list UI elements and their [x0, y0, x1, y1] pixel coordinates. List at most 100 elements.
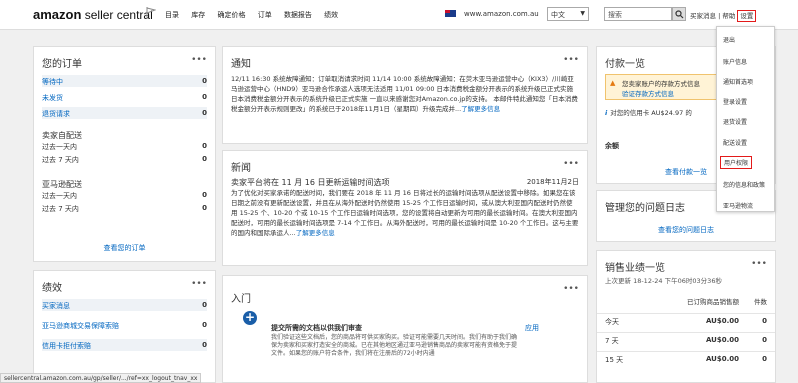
sales-period: 今天 [605, 318, 619, 326]
menu-item-account-info[interactable]: 账户信息 [723, 57, 747, 66]
nav-performance[interactable]: 绩效 [324, 11, 338, 19]
menu-item-shipping-settings[interactable]: 配送设置 [723, 138, 747, 147]
nav-orders[interactable]: 订单 [258, 11, 272, 19]
more-options-icon[interactable]: ••• [563, 159, 579, 169]
sales-period: 15 天 [605, 356, 624, 364]
search-input[interactable]: 搜索 [604, 7, 672, 21]
verify-deposit-link[interactable]: 验证存款方式信息 [622, 88, 674, 98]
row-value: 0 [202, 142, 207, 150]
performance-card: 绩效 ••• 买家消息 0 亚马逊商城交易保障索赔 0 信用卡拒付索赔 0 [33, 270, 216, 383]
row-label: 过去 7 天内 [42, 205, 79, 213]
menu-item-logout[interactable]: 退出 [723, 35, 735, 44]
more-options-icon[interactable]: ••• [563, 55, 579, 65]
case-log-title: 管理您的问题日志 [605, 203, 685, 214]
menu-item-login-settings[interactable]: 登录设置 [723, 97, 747, 106]
orders-row-mfn-1d: 过去一天内 0 [42, 140, 207, 152]
units-column-header: 件数 [754, 298, 767, 306]
buyer-messages-link[interactable]: 买家消息 [690, 12, 716, 20]
row-label: 过去 7 天内 [42, 156, 79, 164]
marketplace-domain[interactable]: www.amazon.com.au [464, 10, 539, 18]
sales-units: 0 [762, 317, 767, 325]
notices-more-link[interactable]: 了解更多信息 [461, 105, 500, 113]
performance-row-messages[interactable]: 买家消息 0 [42, 299, 207, 311]
task-title[interactable]: 提交所需的文档以供我们审查 [271, 323, 362, 333]
help-link[interactable]: 帮助 [722, 12, 735, 20]
news-body-block: 为了优化对买家承诺的配送时间，我们要在 2018 年 11 月 16 日将过长的… [231, 188, 579, 238]
top-links: 买家消息 | 帮助 设置 [690, 10, 757, 22]
menu-item-notification-preferences[interactable]: 通知首选项 [723, 77, 753, 86]
orders-row-returns[interactable]: 退货请求 0 [42, 107, 207, 119]
notices-card: 通知 ••• 12/11 16:30 系统故障通知：订单取消请求时间 11/14… [222, 46, 588, 144]
search-icon [675, 10, 684, 19]
news-date: 2018年11月2日 [526, 178, 579, 186]
main-nav: 目录 库存 确定价格 订单 数据报告 绩效 [165, 10, 348, 20]
row-label[interactable]: 信用卡拒付索赔 [42, 341, 91, 351]
plus-circle-icon[interactable]: + [243, 311, 257, 325]
performance-row-atoz[interactable]: 亚马逊商城交易保障索赔 0 [42, 319, 207, 331]
credit-card-info: i 对您的信用卡 AU$24.97 的 [605, 107, 692, 117]
menu-item-fba[interactable]: 亚马逊物流 [723, 201, 753, 210]
amazon-seller-central-logo[interactable]: amazon seller central [33, 7, 153, 22]
more-options-icon[interactable]: ••• [191, 55, 207, 65]
status-bar-url: sellercentral.amazon.com.au/gp/seller/..… [0, 373, 202, 383]
language-value: 中文 [551, 11, 565, 19]
sales-row: 15 天 AU$0.00 0 [597, 351, 775, 365]
view-orders-link[interactable]: 查看您的订单 [34, 243, 215, 253]
warning-icon: ▲ [610, 79, 616, 87]
credit-card-info-text: 对您的信用卡 AU$24.97 的 [610, 109, 692, 117]
flag-icon[interactable] [146, 7, 156, 19]
task-apply-link[interactable]: 应用 [525, 323, 539, 333]
nav-pricing[interactable]: 确定价格 [217, 11, 245, 19]
getting-started-card: 入门 ••• + 提交所需的文档以供我们审查 应用 我们验证这些文档后，您的商品… [222, 275, 588, 383]
performance-row-chargeback[interactable]: 信用卡拒付索赔 0 [42, 339, 207, 351]
view-case-log-link[interactable]: 查看您的问题日志 [597, 225, 775, 235]
more-options-icon[interactable]: ••• [191, 279, 207, 289]
language-select[interactable]: 中文 ▼ [547, 7, 589, 21]
orders-row-pending[interactable]: 等待中 0 [42, 75, 207, 87]
sales-amount: AU$0.00 [705, 336, 739, 344]
sales-amount: AU$0.00 [705, 355, 739, 363]
row-value: 0 [202, 204, 207, 212]
news-headline[interactable]: 卖家平台将在 11 月 16 日更新运输时间选项 [231, 177, 390, 188]
orders-row-mfn-7d: 过去 7 天内 0 [42, 153, 207, 165]
sales-summary-card: 销售业绩一览 ••• 上次更新 18-12-24 下午06时03分36秒 已订购… [596, 250, 776, 383]
search-button[interactable] [672, 7, 686, 21]
row-label[interactable]: 等待中 [42, 77, 63, 87]
row-label[interactable]: 退货请求 [42, 109, 70, 119]
menu-item-user-permissions[interactable]: 用户权限 [720, 156, 753, 169]
settings-link[interactable]: 设置 [737, 10, 757, 22]
news-body: 为了优化对买家承诺的配送时间，我们要在 2018 年 11 月 16 日将过长的… [231, 189, 579, 237]
sales-updated: 上次更新 18-12-24 下午06时03分36秒 [605, 277, 722, 285]
top-navigation-bar: amazon seller central 目录 库存 确定价格 订单 数据报告… [0, 0, 798, 30]
sales-row: 7 天 AU$0.00 0 [597, 332, 775, 346]
row-value: 0 [202, 191, 207, 199]
menu-item-info-policies[interactable]: 您的信息和政策 [723, 180, 765, 189]
row-label[interactable]: 未发货 [42, 93, 63, 103]
nav-catalog[interactable]: 目录 [165, 11, 179, 19]
row-value: 0 [202, 321, 207, 329]
orders-row-fba-1d: 过去一天内 0 [42, 189, 207, 201]
more-options-icon[interactable]: ••• [751, 259, 767, 269]
row-label[interactable]: 亚马逊商城交易保障索赔 [42, 321, 119, 331]
getting-started-title: 入门 [231, 294, 251, 305]
row-value: 0 [202, 109, 207, 117]
sales-title: 销售业绩一览 [605, 263, 665, 274]
settings-dropdown-menu: 退出 账户信息 通知首选项 登录设置 退货设置 配送设置 用户权限 您的信息和政… [716, 26, 775, 212]
orders-title: 您的订单 [42, 59, 82, 70]
performance-title: 绩效 [42, 283, 62, 294]
sales-period: 7 天 [605, 337, 619, 345]
news-more-link[interactable]: 了解更多信息 [296, 229, 335, 237]
chevron-down-icon: ▼ [580, 10, 585, 17]
nav-inventory[interactable]: 库存 [191, 11, 205, 19]
australia-flag-icon [445, 10, 456, 17]
sales-units: 0 [762, 336, 767, 344]
orders-row-unshipped[interactable]: 未发货 0 [42, 91, 207, 103]
orders-card: 您的订单 ••• 等待中 0 未发货 0 退货请求 0 卖家自配送 过去一天内 0 过去… [33, 46, 216, 262]
row-label[interactable]: 买家消息 [42, 301, 70, 311]
notices-text: 12/11 16:30 系统故障通知：订单取消请求时间 11/14 10:00 … [231, 75, 578, 113]
nav-reports[interactable]: 数据报告 [284, 11, 312, 19]
more-options-icon[interactable]: ••• [563, 284, 579, 294]
row-value: 0 [202, 301, 207, 309]
task-description: 我们验证这些文档后，您的商品将可供买家购买。验证可能需要几天时间。我们有助于我们… [271, 334, 518, 357]
menu-item-return-settings[interactable]: 退货设置 [723, 117, 747, 126]
